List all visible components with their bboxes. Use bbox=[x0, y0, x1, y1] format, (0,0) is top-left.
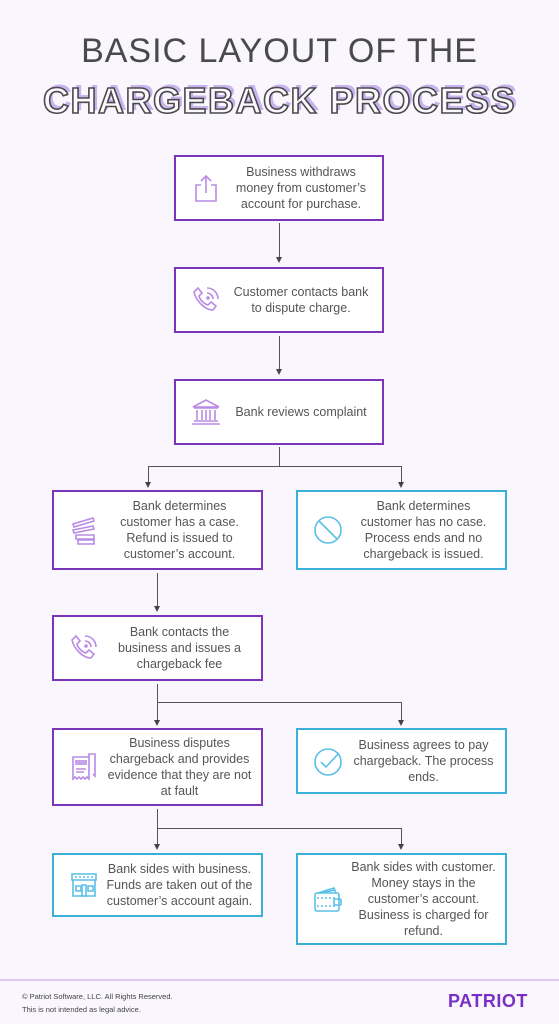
connector bbox=[401, 828, 402, 844]
step-no-case: Bank determines customer has no case. Pr… bbox=[296, 490, 507, 570]
storefront-icon bbox=[62, 871, 106, 899]
phone-icon bbox=[184, 285, 228, 315]
step-text: Bank reviews complaint bbox=[235, 405, 367, 419]
step-side-customer: Bank sides with customer. Money stays in… bbox=[296, 853, 507, 945]
arrow-head bbox=[398, 482, 404, 488]
connector bbox=[279, 336, 280, 369]
connector bbox=[148, 466, 149, 482]
arrow-head bbox=[276, 257, 282, 263]
step-text: Customer contacts bank to dispute charge… bbox=[233, 285, 369, 315]
wallet-icon bbox=[306, 884, 350, 914]
patriot-logo: PATRIOT bbox=[448, 991, 528, 1011]
share-upload-icon bbox=[184, 173, 228, 203]
arrow-head bbox=[154, 720, 160, 726]
connector bbox=[401, 466, 402, 482]
title-line-1: BASIC LAYOUT OF THE bbox=[81, 32, 478, 70]
arrow-head bbox=[398, 720, 404, 726]
step-contact-business: Bank contacts the business and issues a … bbox=[52, 615, 263, 681]
step-text: Bank sides with business. Funds are take… bbox=[106, 862, 253, 908]
disclaimer-text: This is not intended as legal advice. bbox=[22, 1005, 141, 1014]
connector bbox=[157, 809, 158, 844]
arrow-head bbox=[145, 482, 151, 488]
connector bbox=[157, 702, 402, 703]
title-line-2: CHARGEBACK PROCESS bbox=[42, 79, 517, 122]
step-side-business: Bank sides with business. Funds are take… bbox=[52, 853, 263, 917]
step-text: Business agrees to pay chargeback. The p… bbox=[353, 738, 494, 784]
connector bbox=[157, 828, 402, 829]
arrow-head bbox=[154, 844, 160, 850]
step-text: Bank contacts the business and issues a … bbox=[118, 625, 241, 671]
connector bbox=[401, 702, 402, 720]
arrow-head bbox=[276, 369, 282, 375]
phone-icon bbox=[62, 633, 106, 663]
step-text: Business disputes chargeback and provide… bbox=[107, 736, 252, 798]
step-has-case: Bank determines customer has a case. Ref… bbox=[52, 490, 263, 570]
step-contact-bank: Customer contacts bank to dispute charge… bbox=[174, 267, 384, 333]
bank-icon bbox=[184, 397, 228, 427]
step-text: Bank determines customer has no case. Pr… bbox=[360, 499, 487, 561]
step-agree: Business agrees to pay chargeback. The p… bbox=[296, 728, 507, 794]
connector bbox=[157, 573, 158, 606]
receipt-icon bbox=[62, 751, 106, 783]
step-dispute: Business disputes chargeback and provide… bbox=[52, 728, 263, 806]
copyright-text: © Patriot Software, LLC. All Rights Rese… bbox=[22, 992, 173, 1001]
step-review: Bank reviews complaint bbox=[174, 379, 384, 445]
prohibited-icon bbox=[306, 514, 350, 546]
footer-divider bbox=[0, 979, 559, 981]
step-text: Bank determines customer has a case. Ref… bbox=[120, 499, 239, 561]
step-withdraw: Business withdraws money from customer’s… bbox=[174, 155, 384, 221]
arrow-head bbox=[154, 606, 160, 612]
connector bbox=[148, 466, 402, 467]
arrow-head bbox=[398, 844, 404, 850]
step-text: Business withdraws money from customer’s… bbox=[235, 165, 367, 211]
connector bbox=[279, 447, 280, 466]
stacked-bills-icon bbox=[62, 514, 106, 546]
checkmark-circle-icon bbox=[306, 745, 350, 777]
connector bbox=[279, 223, 280, 257]
step-text: Bank sides with customer. Money stays in… bbox=[351, 860, 496, 938]
